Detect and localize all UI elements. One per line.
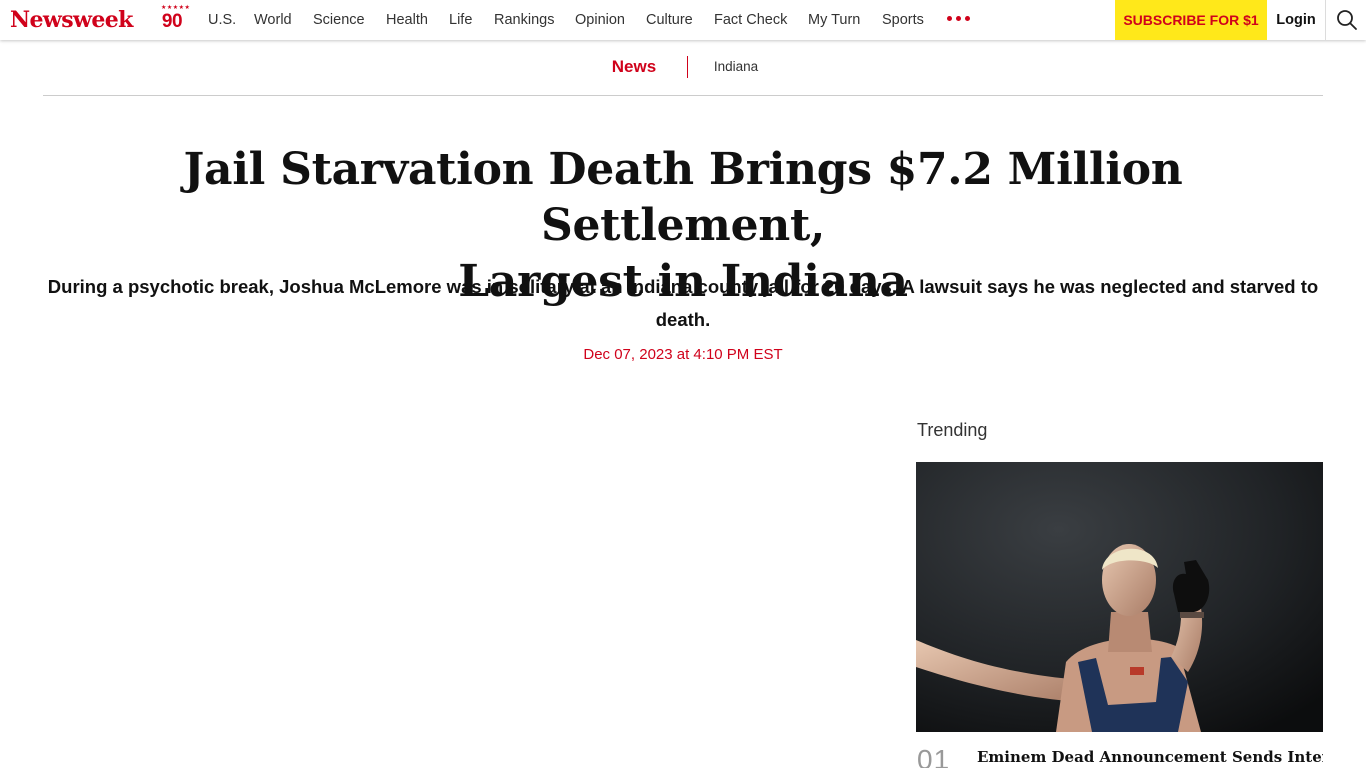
trending-item-number: 01	[917, 744, 951, 768]
breadcrumb-divider	[687, 56, 688, 78]
search-button[interactable]	[1325, 0, 1366, 40]
trending-heading: Trending	[917, 420, 988, 440]
newsweek-logo[interactable]: Newsweek	[10, 7, 133, 33]
stars-icon: ★★★★★	[161, 5, 191, 11]
subscribe-button[interactable]: SUBSCRIBE FOR $1	[1115, 0, 1267, 40]
nav-item-sports[interactable]: Sports	[882, 0, 924, 40]
nav-item-health[interactable]: Health	[386, 0, 428, 40]
nav-item-life[interactable]: Life	[449, 0, 472, 40]
nav-item-science[interactable]: Science	[313, 0, 365, 40]
trending-image[interactable]	[916, 462, 1323, 732]
article-summary: During a psychotic break, Joshua McLemor…	[47, 276, 1319, 330]
nav-item-rankings[interactable]: Rankings	[494, 0, 554, 40]
nav-item-culture[interactable]: Culture	[646, 0, 693, 40]
trending-photo-illustration	[916, 462, 1323, 732]
headline-line-1: Jail Starvation Death Brings $7.2 Millio…	[183, 144, 1183, 251]
anniversary-90-logo[interactable]: ★★★★★ 90	[159, 5, 191, 34]
anniversary-number: 90	[161, 11, 183, 32]
nav-item-world[interactable]: World	[254, 0, 292, 40]
section-divider	[43, 95, 1323, 96]
article-date: Dec 07, 2023 at 4:10 PM EST	[583, 346, 783, 363]
trending-item-title[interactable]: Eminem Dead Announcement Sends Internet	[977, 747, 1323, 767]
search-icon	[1337, 10, 1357, 30]
breadcrumb-tag-indiana[interactable]: Indiana	[704, 57, 768, 77]
more-dots-icon[interactable]	[947, 11, 973, 27]
nav-item-my-turn[interactable]: My Turn	[808, 0, 860, 40]
top-navigation-bar: Newsweek ★★★★★ 90 U.S. World Science Hea…	[0, 0, 1366, 40]
login-button[interactable]: Login	[1267, 0, 1325, 40]
nav-item-fact-check[interactable]: Fact Check	[714, 0, 787, 40]
breadcrumb-section-news[interactable]: News	[600, 56, 668, 78]
nav-item-opinion[interactable]: Opinion	[575, 0, 625, 40]
nav-item-us[interactable]: U.S.	[208, 0, 236, 40]
